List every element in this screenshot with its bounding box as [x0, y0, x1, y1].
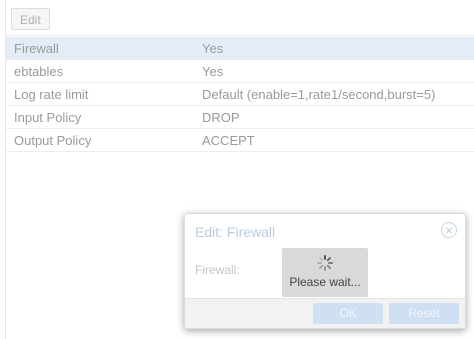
edit-button[interactable]: Edit	[11, 8, 50, 30]
reset-button[interactable]: Reset	[389, 303, 459, 324]
row-key: Firewall	[14, 41, 59, 56]
row-key: Output Policy	[14, 133, 92, 148]
loading-text: Please wait...	[289, 275, 361, 289]
row-value: Default (enable=1,rate1/second,burst=5)	[202, 87, 436, 102]
row-key: Log rate limit	[14, 87, 89, 102]
dialog-title: Edit: Firewall	[195, 224, 276, 240]
row-value: Yes	[202, 64, 224, 79]
table-row-output-policy[interactable]: Output Policy ACCEPT	[5, 129, 474, 152]
toolbar: Edit	[5, 0, 474, 36]
firewall-field-label: Firewall:	[195, 263, 240, 277]
row-value: DROP	[202, 110, 240, 125]
table-row-log-rate-limit[interactable]: Log rate limit Default (enable=1,rate1/s…	[5, 83, 474, 106]
table-row-firewall[interactable]: Firewall Yes	[5, 37, 474, 60]
row-value: ACCEPT	[202, 133, 255, 148]
row-key: Input Policy	[14, 110, 82, 125]
loading-mask: Please wait...	[282, 248, 368, 297]
close-icon[interactable]	[441, 222, 457, 238]
row-key: ebtables	[14, 64, 64, 79]
ok-button[interactable]: OK	[313, 303, 383, 324]
table-row-ebtables[interactable]: ebtables Yes	[5, 60, 474, 83]
dialog-footer: OK Reset	[185, 298, 465, 328]
options-grid: Firewall Yes ebtables Yes Log rate limit…	[5, 37, 474, 152]
edit-firewall-dialog: Edit: Firewall Firewall: Please wait... …	[184, 213, 466, 329]
spinner-icon	[317, 255, 333, 271]
row-value: Yes	[202, 41, 224, 56]
table-row-input-policy[interactable]: Input Policy DROP	[5, 106, 474, 129]
